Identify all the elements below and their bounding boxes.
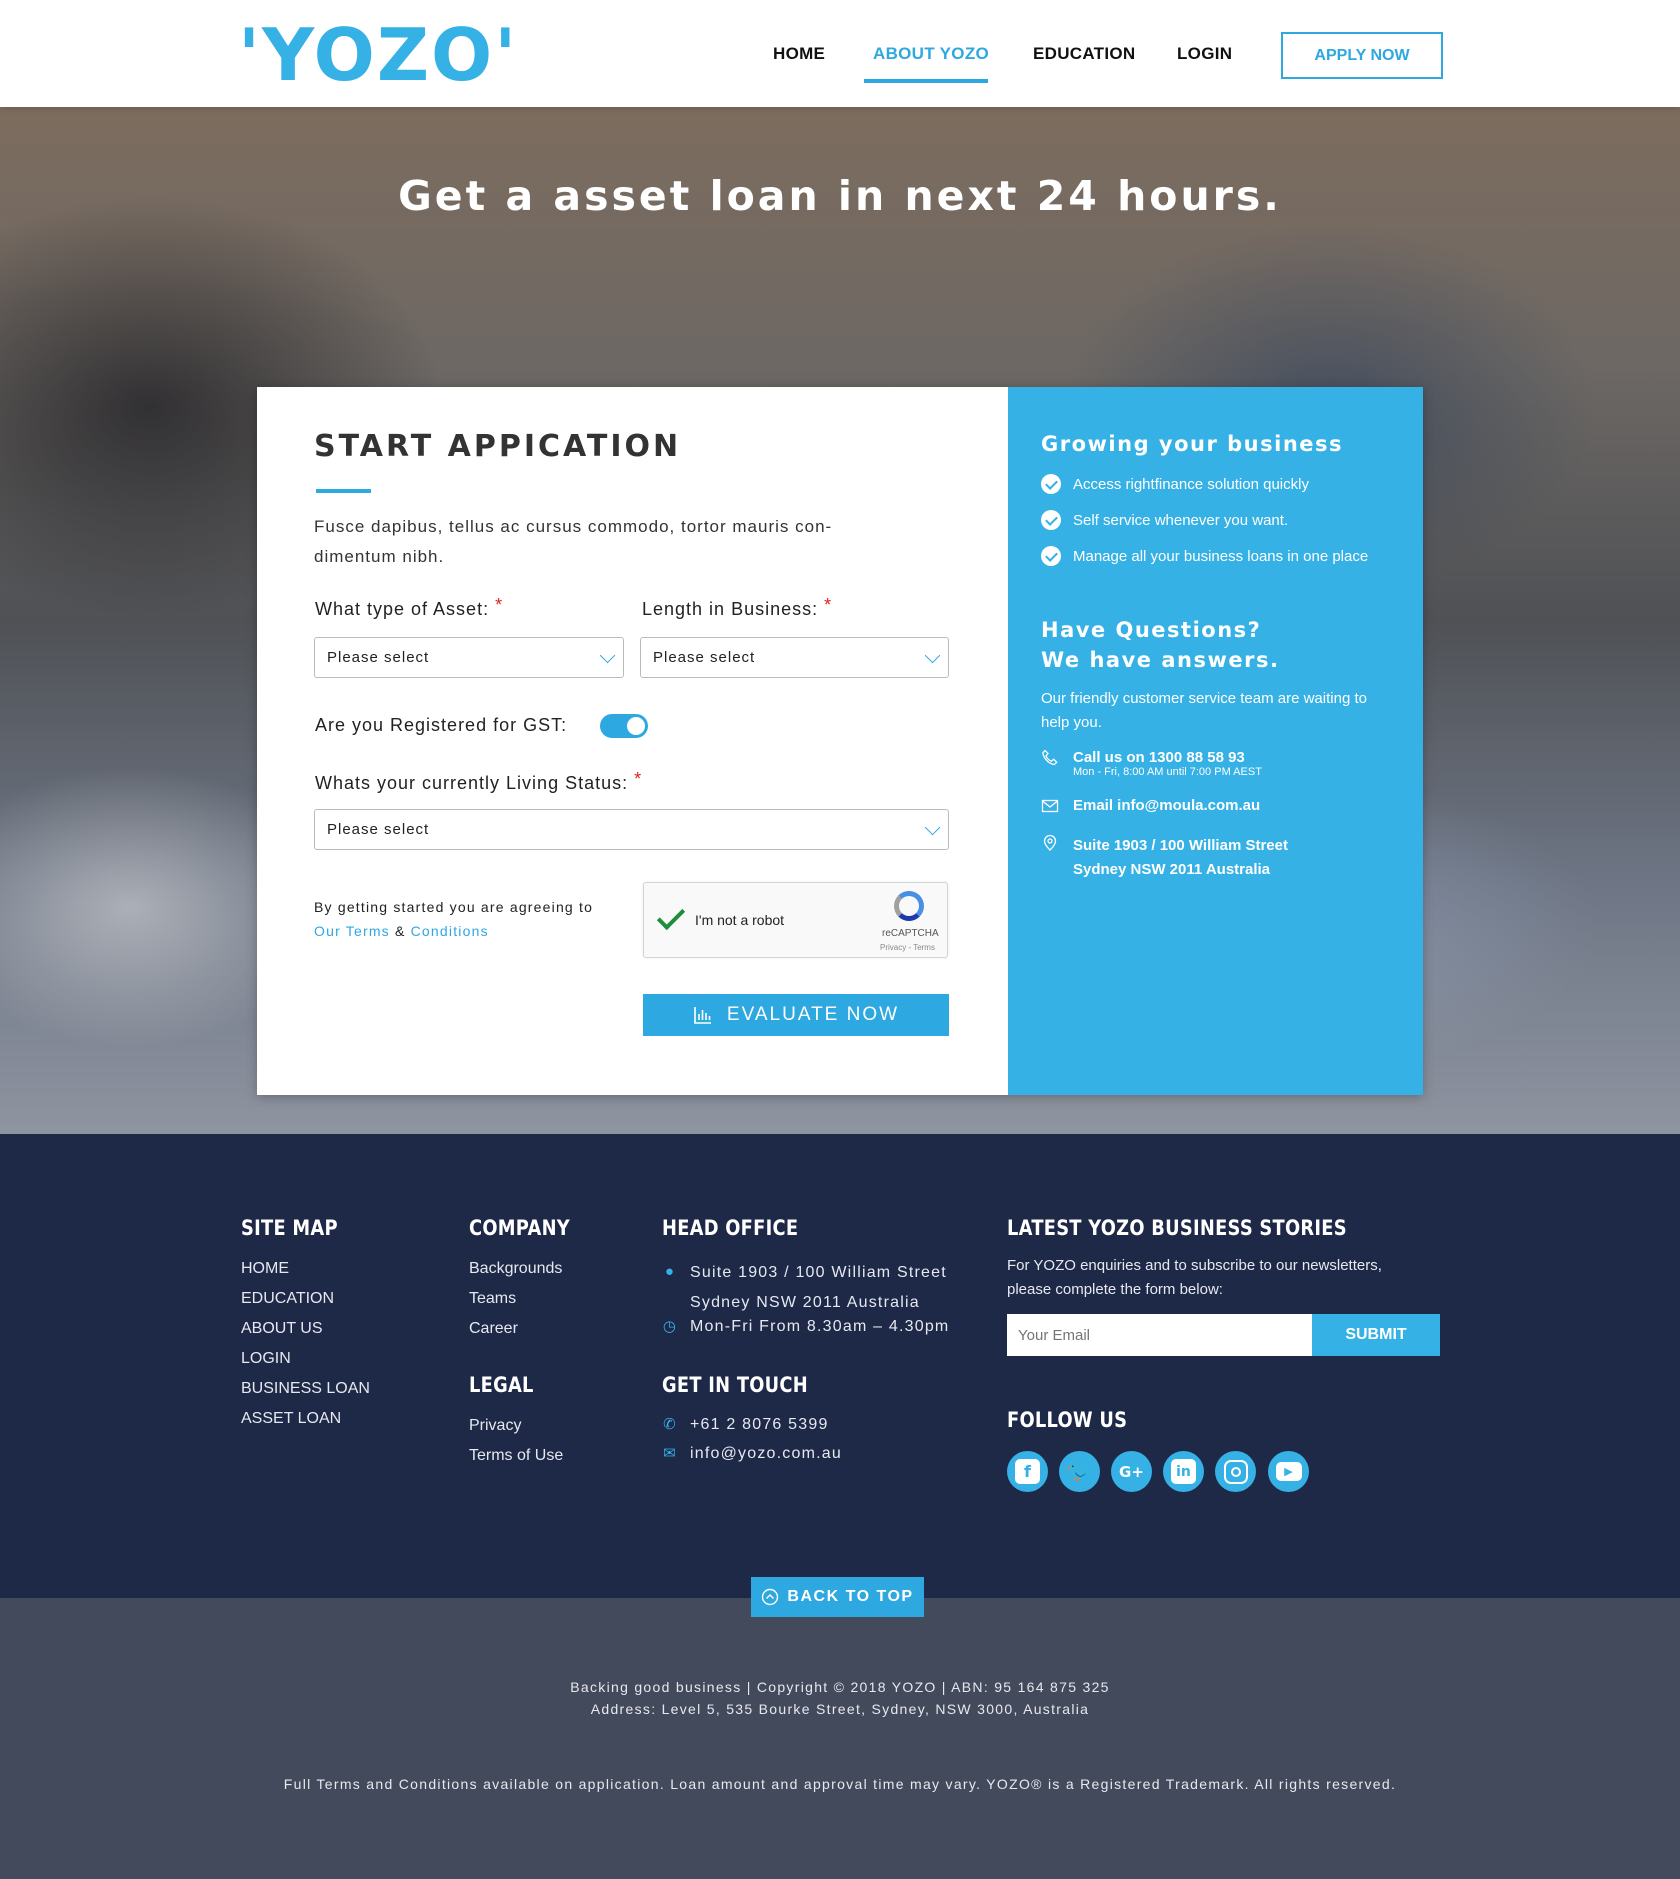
footer-link-teams[interactable]: Teams — [469, 1290, 516, 1308]
follow-us-heading: FOLLOW US — [1007, 1408, 1128, 1432]
footer-link-education[interactable]: EDUCATION — [241, 1290, 334, 1308]
chevron-down-icon — [599, 647, 616, 664]
conditions-link[interactable]: Conditions — [411, 923, 489, 939]
site-footer: SITE MAP HOME EDUCATION ABOUT US LOGIN B… — [0, 1134, 1680, 1598]
benefit-item: Self service whenever you want. — [1041, 510, 1288, 530]
check-circle-icon — [1041, 546, 1061, 566]
head-office-heading: HEAD OFFICE — [662, 1216, 799, 1240]
twitter-icon[interactable]: 🐦 — [1059, 1451, 1100, 1492]
form-intro: Fusce dapibus, tellus ac cursus commodo,… — [314, 517, 833, 566]
office-address: ● Suite 1903 / 100 William Street Sydney … — [662, 1258, 947, 1318]
living-status-label: Whats your currently Living Status: * — [315, 769, 643, 793]
location-pin-icon — [1043, 834, 1057, 851]
growing-heading: Growing your business — [1041, 432, 1344, 456]
check-circle-icon — [1041, 510, 1061, 530]
back-to-top-button[interactable]: BACK TO TOP — [751, 1577, 924, 1617]
bar-chart-icon — [694, 1007, 711, 1024]
length-in-business-label: Length in Business: * — [642, 595, 833, 619]
benefit-item: Manage all your business loans in one pl… — [1041, 546, 1368, 566]
chevron-up-circle-icon — [762, 1588, 779, 1606]
footer-link-terms-of-use[interactable]: Terms of Use — [469, 1447, 563, 1465]
get-in-touch-heading: GET IN TOUCH — [662, 1373, 808, 1397]
asset-type-select[interactable]: Please select — [314, 637, 624, 678]
recaptcha-privacy-terms[interactable]: Privacy - Terms — [880, 943, 935, 952]
required-mark: * — [634, 769, 643, 789]
form-title: START APPICATION — [314, 429, 682, 464]
terms-link[interactable]: Our Terms — [314, 923, 390, 939]
instagram-icon[interactable] — [1215, 1451, 1256, 1492]
site-header: 'YOZO' HOME ABOUT YOZO EDUCATION LOGIN A… — [0, 0, 1680, 107]
bottom-bar: Backing good business | Copyright © 2018… — [0, 1598, 1680, 1879]
footer-link-about-us[interactable]: ABOUT US — [241, 1320, 323, 1338]
footer-phone[interactable]: ✆ +61 2 8076 5399 — [662, 1416, 829, 1434]
location-pin-icon: ● — [664, 1263, 676, 1280]
youtube-icon[interactable]: ▶ — [1268, 1451, 1309, 1492]
phone-icon: ✆ — [663, 1416, 677, 1433]
newsletter-email-input[interactable] — [1007, 1314, 1312, 1356]
newsletter-heading: LATEST YOZO BUSINESS STORIES — [1007, 1216, 1347, 1240]
company-address: Address: Level 5, 535 Bourke Street, Syd… — [590, 1701, 1090, 1717]
questions-heading: Have Questions? We have answers. — [1041, 618, 1280, 672]
gst-label: Are you Registered for GST: — [315, 715, 568, 735]
evaluate-now-button[interactable]: EVALUATE NOW — [643, 994, 949, 1036]
newsletter-description: For YOZO enquiries and to subscribe to o… — [1007, 1257, 1382, 1298]
length-in-business-select[interactable]: Please select — [640, 637, 949, 678]
sitemap-heading: SITE MAP — [241, 1216, 338, 1240]
hero-title: Get a asset loan in next 24 hours. — [398, 172, 1282, 220]
linkedin-icon[interactable]: in — [1163, 1451, 1204, 1492]
footer-email[interactable]: ✉ info@yozo.com.au — [662, 1445, 842, 1463]
required-mark: * — [824, 595, 833, 615]
chevron-down-icon — [924, 647, 941, 664]
benefit-item: Access rightfinance solution quickly — [1041, 474, 1309, 494]
chevron-down-icon — [924, 819, 941, 836]
call-contact: Call us on 1300 88 58 93 Mon - Fri, 8:00 … — [1041, 749, 1262, 778]
company-heading: COMPANY — [469, 1216, 570, 1240]
nav-active-underline — [864, 79, 988, 83]
footer-link-career[interactable]: Career — [469, 1320, 518, 1338]
captcha-checkmark-icon[interactable] — [656, 901, 686, 931]
footer-link-home[interactable]: HOME — [241, 1260, 289, 1278]
agreement-text: By getting started you are agreeing to O… — [314, 899, 594, 939]
mail-icon: ✉ — [663, 1445, 677, 1462]
captcha-label: I'm not a robot — [695, 912, 785, 928]
asset-type-label: What type of Asset: * — [315, 595, 504, 619]
email-contact[interactable]: Email info@moula.com.au — [1041, 797, 1260, 815]
living-status-select[interactable]: Please select — [314, 809, 949, 850]
google-plus-icon[interactable]: G+ — [1111, 1451, 1152, 1492]
recaptcha-brand: reCAPTCHA — [882, 928, 939, 939]
gst-toggle[interactable] — [600, 714, 648, 738]
footer-link-privacy[interactable]: Privacy — [469, 1417, 521, 1435]
required-mark: * — [495, 595, 504, 615]
phone-icon — [1042, 749, 1058, 766]
nav-login[interactable]: LOGIN — [1177, 44, 1232, 64]
hero-section: Get a asset loan in next 24 hours. START… — [0, 107, 1680, 1134]
recaptcha-widget[interactable]: I'm not a robot reCAPTCHA Privacy - Term… — [643, 882, 948, 958]
recaptcha-logo-icon — [894, 891, 924, 921]
newsletter-submit-button[interactable]: SUBMIT — [1312, 1314, 1440, 1356]
nav-about-yozo[interactable]: ABOUT YOZO — [873, 44, 989, 64]
apply-now-button[interactable]: APPLY NOW — [1281, 32, 1443, 79]
facebook-icon[interactable]: f — [1007, 1451, 1048, 1492]
clock-icon: ◷ — [662, 1318, 678, 1335]
mail-icon — [1041, 799, 1059, 813]
legal-disclaimer: Full Terms and Conditions available on a… — [283, 1776, 1397, 1792]
check-circle-icon — [1041, 474, 1061, 494]
office-hours: ◷ Mon-Fri From 8.30am – 4.30pm — [662, 1318, 950, 1335]
nav-home[interactable]: HOME — [773, 44, 825, 64]
footer-link-asset-loan[interactable]: ASSET LOAN — [241, 1410, 341, 1428]
nav-education[interactable]: EDUCATION — [1033, 44, 1136, 64]
application-card: START APPICATION Fusce dapibus, tellus a… — [257, 387, 1423, 1095]
copyright-text: Backing good business | Copyright © 2018… — [570, 1679, 1110, 1695]
footer-link-backgrounds[interactable]: Backgrounds — [469, 1260, 562, 1278]
toggle-knob — [627, 717, 645, 735]
yozo-logo[interactable]: 'YOZO' — [238, 19, 518, 91]
info-panel: Growing your business Access rightfinanc… — [1008, 387, 1423, 1095]
title-accent-bar — [316, 489, 371, 493]
footer-link-login[interactable]: LOGIN — [241, 1350, 291, 1368]
support-description: Our friendly customer service team are w… — [1041, 690, 1367, 731]
legal-heading: LEGAL — [469, 1373, 534, 1397]
footer-link-business-loan[interactable]: BUSINESS LOAN — [241, 1380, 370, 1398]
address-contact: Suite 1903 / 100 William Street Sydney NS… — [1041, 834, 1288, 882]
